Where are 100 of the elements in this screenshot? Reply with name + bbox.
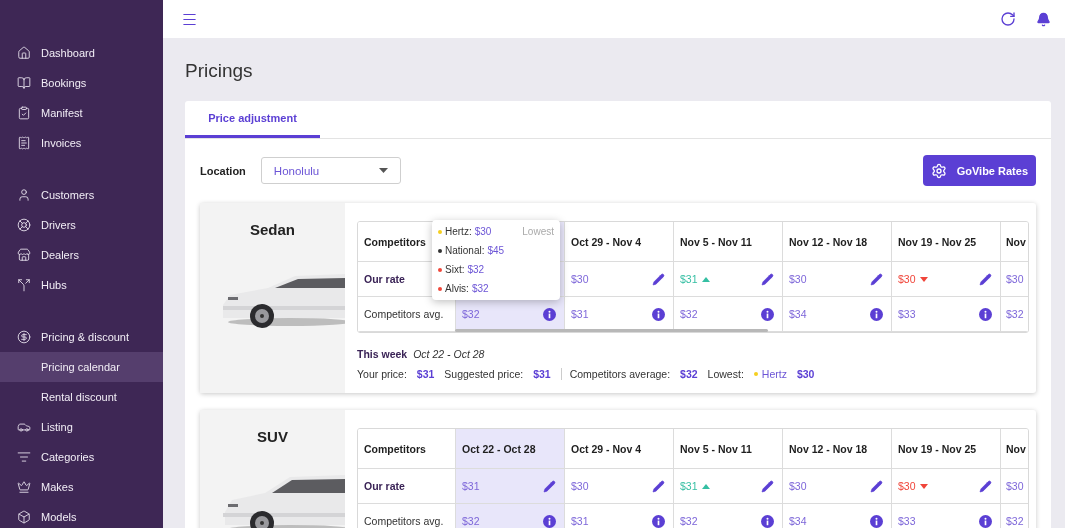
week-header[interactable]: Nov [1001, 222, 1028, 262]
rate-cell: $31 [674, 469, 783, 504]
week-header[interactable]: Oct 22 - Oct 28 [456, 429, 565, 469]
sidebar-item[interactable]: Customers [0, 180, 163, 210]
edit-icon[interactable] [979, 272, 992, 286]
nav-icon [17, 480, 31, 494]
info-icon[interactable] [652, 514, 665, 528]
week-header[interactable]: Nov 5 - Nov 11 [674, 429, 783, 469]
sidebar-item[interactable]: Pricing & discount [0, 322, 163, 352]
summary-label: Competitors average: [569, 368, 671, 380]
rate-cell: $31 [456, 469, 565, 504]
week-header[interactable]: Nov 19 - Nov 25 [892, 222, 1001, 262]
competitor-price: $32 [467, 264, 485, 275]
nav-icon [17, 248, 31, 262]
sidebar-item[interactable]: Listing [0, 412, 163, 442]
page-title: Pricings [185, 60, 254, 82]
sidebar-subitem[interactable]: Pricing calendar [0, 352, 163, 382]
competitor-price: $32 [471, 283, 489, 294]
vehicle-name: SUV [257, 428, 288, 445]
nav-icon [17, 136, 31, 150]
edit-icon[interactable] [761, 479, 774, 493]
average-cell: $33 [892, 297, 1001, 332]
rate-cell: $30 [565, 469, 674, 504]
week-header[interactable]: Nov 12 - Nov 18 [783, 429, 892, 469]
edit-icon[interactable] [870, 479, 883, 493]
up-arrow-icon [701, 276, 710, 282]
week-header[interactable]: Nov 19 - Nov 25 [892, 429, 1001, 469]
week-range: Oct 22 - Oct 28 [413, 348, 485, 360]
week-header[interactable]: Nov 12 - Nov 18 [783, 222, 892, 262]
nav-icon [17, 330, 31, 344]
vehicle-name: Sedan [250, 221, 295, 238]
summary-label: Lowest: [707, 368, 744, 380]
average-cell: $32 [456, 504, 565, 528]
summary-value: $32 [680, 368, 698, 380]
lowest-note: Lowest [522, 226, 554, 237]
summary-value: $31 [533, 368, 551, 380]
nav-icon [17, 76, 31, 90]
info-icon[interactable] [870, 307, 883, 321]
info-icon[interactable] [870, 514, 883, 528]
summary-label: Suggested price: [444, 368, 524, 380]
info-icon[interactable] [543, 307, 556, 321]
down-arrow-icon [919, 276, 928, 282]
edit-icon[interactable] [652, 479, 665, 493]
sidebar-item[interactable]: Dashboard [0, 38, 163, 68]
average-cell: $34 [783, 297, 892, 332]
edit-icon[interactable] [652, 272, 665, 286]
info-icon[interactable] [543, 514, 556, 528]
up-arrow-icon [701, 483, 710, 489]
rate-cell: $30 [783, 262, 892, 297]
scrollbar[interactable] [455, 329, 768, 332]
sidebar-subitem[interactable]: Rental discount [0, 382, 163, 412]
summary-value: $30 [796, 368, 815, 380]
refresh-icon[interactable] [1000, 11, 1016, 27]
info-icon[interactable] [761, 514, 774, 528]
week-header[interactable]: Nov [1001, 429, 1028, 469]
rate-cell: $31 [674, 262, 783, 297]
sidebar-item[interactable]: Dealers [0, 240, 163, 270]
rate-cell: $30 [783, 469, 892, 504]
bell-icon[interactable] [1036, 11, 1051, 27]
nav-icon [17, 218, 31, 232]
sidebar-item[interactable]: Bookings [0, 68, 163, 98]
info-icon[interactable] [979, 514, 992, 528]
row-label: Our rate [358, 469, 456, 504]
nav-icon [17, 106, 31, 120]
sidebar-item[interactable]: Drivers [0, 210, 163, 240]
sidebar-item[interactable]: Models [0, 502, 163, 528]
down-arrow-icon [919, 483, 928, 489]
info-icon[interactable] [652, 307, 665, 321]
edit-icon[interactable] [979, 479, 992, 493]
competitor-price: $45 [487, 245, 505, 256]
lowest-competitor: Hertz [753, 368, 787, 380]
week-label: This week [357, 348, 408, 360]
competitor-price: $30 [474, 226, 492, 237]
week-header[interactable]: Oct 29 - Nov 4 [565, 429, 674, 469]
sidebar-item[interactable]: Makes [0, 472, 163, 502]
caret-icon [378, 168, 388, 173]
gear-icon [930, 162, 947, 179]
nav-icon [17, 278, 31, 292]
location-select[interactable]: Honolulu [260, 157, 401, 184]
nav-icon [17, 188, 31, 202]
table-header: Competitors [358, 429, 456, 469]
sidebar-item[interactable]: Hubs [0, 270, 163, 300]
summary-value: $31 [416, 368, 435, 380]
tab[interactable]: Price adjustment [185, 101, 320, 138]
week-header[interactable]: Nov 5 - Nov 11 [674, 222, 783, 262]
info-icon[interactable] [979, 307, 992, 321]
nav-icon [17, 420, 31, 434]
info-icon[interactable] [761, 307, 774, 321]
sidebar-item[interactable]: Invoices [0, 128, 163, 158]
rates-button[interactable]: GoVibe Rates [922, 155, 1036, 186]
edit-icon[interactable] [870, 272, 883, 286]
location-label: Location [200, 164, 246, 177]
edit-icon[interactable] [543, 479, 556, 493]
sidebar-item[interactable]: Categories [0, 442, 163, 472]
edit-icon[interactable] [761, 272, 774, 286]
sidebar-item[interactable]: Manifest [0, 98, 163, 128]
nav-icon [17, 46, 31, 60]
nav-icon [17, 450, 31, 464]
nav-icon [17, 510, 31, 524]
week-header[interactable]: Oct 29 - Nov 4 [565, 222, 674, 262]
